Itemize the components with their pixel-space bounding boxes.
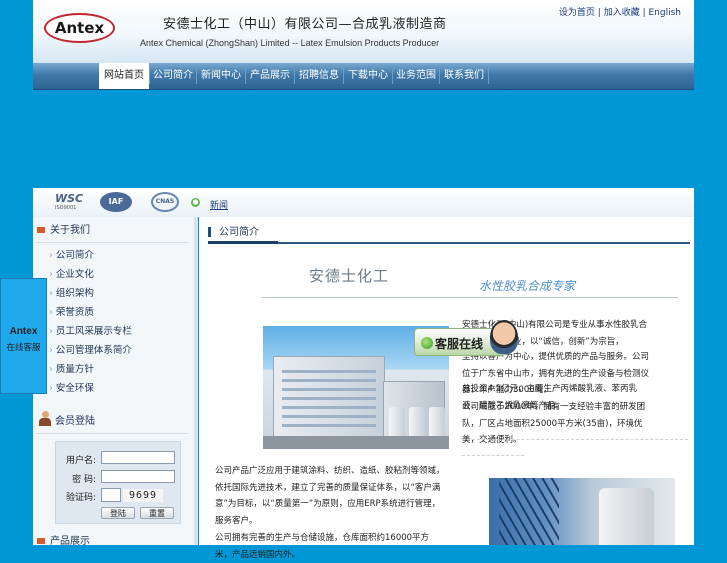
sidebar-heading-label: 产品展示 (50, 536, 90, 547)
heading-bar-icon (208, 227, 211, 237)
dashed-divider (462, 439, 688, 440)
float-tab-brand: Antex (9, 326, 38, 337)
section-marker-icon (37, 538, 45, 544)
page-wrapper: Antex 安德士化工（中山）有限公司—合成乳液制造商 Antex Chemic… (33, 0, 694, 560)
intro-paragraph-4: 公司成立于2000年，拥有一支经验丰富的研发团队，厂区占地面积25000平方米(… (462, 402, 646, 445)
sidebar-heading-products: 产品展示 (37, 534, 90, 550)
online-service-tab[interactable]: Antex 在线客服 (0, 278, 47, 394)
nav-separator (488, 68, 489, 84)
sidebar-item-safety[interactable]: 安全环保 (49, 379, 94, 398)
captcha-input[interactable] (101, 488, 121, 502)
sidebar-item-structure[interactable]: 组织架构 (49, 284, 94, 303)
certification-bar: WSC ISO9001 IAF CNAS ● 新闻 (33, 188, 694, 217)
banner-slogan: 水性胶乳合成专家 (479, 279, 576, 293)
password-label: 密 码: (72, 475, 96, 485)
logo-text: Antex (54, 19, 105, 37)
antex-logo[interactable]: Antex (44, 13, 115, 43)
cnas-logo: CNAS (151, 192, 179, 212)
link-separator: | (642, 8, 646, 18)
nav-item-business[interactable]: 业务范围 (393, 63, 439, 89)
divider (36, 433, 188, 434)
main-nav: 网站首页 公司简介 新闻中心 产品展示 招聘信息 下载中心 业务范围 联系我们 (33, 63, 694, 90)
news-link[interactable]: 新闻 (210, 198, 228, 211)
plant-photo (489, 478, 675, 545)
sidebar-item-management[interactable]: 公司管理体系简介 (49, 341, 132, 360)
main-content: 公司简介 安德士化工 水性胶乳合成专家 安德士化工(中山)有限公司是专业从事水性… (199, 217, 694, 560)
green-dot-icon: ● (191, 198, 200, 207)
banner-divider (261, 297, 678, 298)
agent-avatar (490, 320, 518, 354)
nav-item-contact[interactable]: 联系我们 (440, 63, 488, 89)
divider (36, 242, 188, 243)
main-heading: 公司简介 (208, 223, 259, 238)
nav-item-home[interactable]: 网站首页 (99, 63, 149, 89)
wsc-subtext: ISO9001 (55, 205, 77, 211)
wsc-logo: WSC ISO9001 (55, 192, 83, 212)
sidebar-heading-member: 会员登陆 (55, 416, 95, 427)
iaf-logo: IAF (100, 192, 132, 212)
dashed-divider (462, 455, 524, 456)
captcha-label: 验证码: (65, 493, 96, 503)
nav-item-news[interactable]: 新闻中心 (197, 63, 245, 89)
top-links: 设为首页 | 加入收藏 | English (559, 5, 681, 18)
password-input[interactable] (101, 470, 175, 483)
company-title-en: Antex Chemical (ZhongShan) Limited -- La… (140, 38, 440, 48)
link-separator: | (597, 8, 601, 18)
nav-item-jobs[interactable]: 招聘信息 (295, 63, 343, 89)
sidebar-item-honors[interactable]: 荣誉资质 (49, 303, 94, 322)
reset-button[interactable]: 重置 (140, 507, 174, 519)
captcha-image[interactable]: 9699 (123, 489, 163, 502)
sidebar-item-culture[interactable]: 企业文化 (49, 265, 94, 284)
intro-paragraph-6: 公司拥有完善的生产与仓储设施，仓库面积约16000平方米，产品远销国内外。 (215, 533, 430, 560)
add-favorite-link[interactable]: 加入收藏 (604, 8, 640, 18)
sidebar-item-staff[interactable]: 员工风采展示专栏 (49, 322, 132, 341)
login-button[interactable]: 登陆 (101, 507, 135, 519)
wsc-text: WSC (55, 192, 84, 205)
sidebar-item-intro[interactable]: 公司简介 (49, 246, 94, 265)
sidebar-heading-label: 关于我们 (50, 225, 90, 236)
english-link[interactable]: English (649, 8, 682, 18)
sidebar-item-quality[interactable]: 质量方针 (49, 360, 94, 379)
username-label: 用户名: (65, 456, 96, 466)
nav-item-downloads[interactable]: 下载中心 (344, 63, 392, 89)
main-heading-label: 公司简介 (219, 227, 259, 238)
sidebar-heading-about: 关于我们 (37, 223, 90, 239)
nav-item-about[interactable]: 公司简介 (150, 63, 196, 89)
intro-paragraph-5: 公司产品广泛应用于建筑涂料、纺织、造纸、胶粘剂等领域，依托国际先进技术，建立了完… (215, 466, 445, 526)
section-marker-icon (37, 227, 45, 233)
nav-item-products[interactable]: 产品展示 (246, 63, 294, 89)
banner-company-name: 安德士化工 (309, 267, 390, 285)
company-title-cn: 安德士化工（中山）有限公司—合成乳液制造商 (163, 17, 447, 32)
customer-service-label: 客服在线 (435, 337, 484, 351)
set-homepage-link[interactable]: 设为首页 (559, 8, 595, 18)
username-input[interactable] (101, 451, 175, 464)
customer-service-widget[interactable]: 客服在线 (414, 320, 520, 360)
left-sidebar: 关于我们 公司简介 企业文化 组织架构 荣誉资质 员工风采展示专栏 公司管理体系… (33, 217, 198, 547)
online-status-icon (421, 337, 433, 349)
heading-tab-underline (208, 241, 278, 244)
float-tab-subtitle: 在线客服 (6, 343, 41, 353)
site-header: Antex 安德士化工（中山）有限公司—合成乳液制造商 Antex Chemic… (33, 0, 694, 63)
banner-gap (33, 90, 694, 188)
member-icon (39, 411, 51, 427)
login-form: 用户名: 密 码: 验证码: 9699 登陆 重置 (55, 441, 181, 524)
heading-underline (208, 242, 690, 244)
